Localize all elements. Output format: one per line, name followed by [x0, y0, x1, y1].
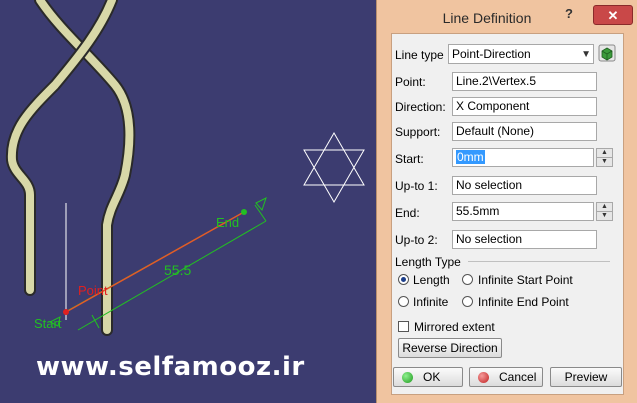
end-spinner[interactable]: ▲ ▼ [596, 202, 613, 221]
line-definition-dialog: Line Definition ? ✕ Line type : Point-Di… [376, 0, 637, 403]
radio-length-label[interactable]: Length [413, 273, 450, 287]
radio-infinite-start-label[interactable]: Infinite Start Point [478, 273, 573, 287]
upto2-field[interactable]: No selection [452, 230, 597, 249]
watermark-text: www.selfamooz.ir [36, 352, 305, 382]
mirrored-extent-checkbox[interactable] [398, 321, 409, 332]
close-button[interactable]: ✕ [593, 5, 633, 25]
radio-infinite-label[interactable]: Infinite [413, 295, 448, 309]
group-divider [468, 261, 610, 262]
3d-viewport[interactable]: End Point Start 55.5 www.selfamooz.ir [0, 0, 376, 403]
start-field-label: Start: [395, 152, 424, 166]
end-label: End [216, 215, 239, 230]
tube-geometry [5, 0, 136, 336]
reverse-direction-button[interactable]: Reverse Direction [398, 338, 502, 358]
line-type-value: Point-Direction [452, 47, 531, 61]
dialog-title: Line Definition [442, 10, 532, 26]
length-type-group-label: Length Type [395, 255, 461, 269]
start-label: Start [34, 316, 62, 331]
ok-icon [402, 372, 413, 383]
end-point-marker[interactable] [241, 209, 247, 215]
upto1-field[interactable]: No selection [452, 176, 597, 195]
upto2-field-label: Up-to 2: [395, 233, 438, 247]
start-field[interactable]: 0mm [452, 148, 594, 167]
end-field[interactable]: 55.5mm [452, 202, 594, 221]
spin-up-icon[interactable]: ▲ [597, 149, 612, 158]
line-type-select[interactable]: Point-Direction ▼ [448, 44, 594, 64]
start-field-value: 0mm [456, 150, 485, 164]
ok-button-label: OK [423, 370, 441, 384]
radio-infinite[interactable] [398, 296, 409, 307]
spin-up-icon[interactable]: ▲ [597, 203, 612, 212]
support-field-label: Support: [395, 125, 441, 139]
preview-button[interactable]: Preview [550, 367, 622, 387]
spin-down-icon[interactable]: ▼ [597, 212, 612, 220]
geometry-canvas[interactable]: End Point Start 55.5 [0, 0, 376, 403]
radio-infinite-end[interactable] [462, 296, 473, 307]
length-dimension-label: 55.5 [164, 262, 191, 278]
direction-field-label: Direction: [395, 100, 446, 114]
cancel-button-label: Cancel [499, 370, 537, 384]
point-label: Point [78, 283, 108, 298]
line-type-options-icon[interactable] [598, 44, 616, 62]
point-field-label: Point: [395, 75, 426, 89]
end-field-label: End: [395, 206, 420, 220]
cancel-button[interactable]: Cancel [469, 367, 543, 387]
cancel-icon [478, 372, 489, 383]
spin-down-icon[interactable]: ▼ [597, 158, 612, 166]
start-point-marker[interactable] [63, 309, 69, 315]
radio-infinite-end-label[interactable]: Infinite End Point [478, 295, 569, 309]
radio-infinite-start[interactable] [462, 274, 473, 285]
direction-field[interactable]: X Component [452, 97, 597, 116]
dialog-panel: Line type : Point-Direction ▼ Point: Lin… [391, 33, 624, 395]
support-field[interactable]: Default (None) [452, 122, 597, 141]
dialog-titlebar[interactable]: Line Definition ? ✕ [377, 0, 637, 34]
mirrored-extent-label[interactable]: Mirrored extent [414, 320, 495, 334]
chevron-down-icon: ▼ [581, 49, 591, 60]
help-button[interactable]: ? [565, 6, 577, 21]
ok-button[interactable]: OK [393, 367, 463, 387]
point-field[interactable]: Line.2\Vertex.5 [452, 72, 597, 91]
start-spinner[interactable]: ▲ ▼ [596, 148, 613, 167]
compass-star-icon[interactable] [303, 131, 365, 204]
radio-length[interactable] [398, 274, 409, 285]
upto1-field-label: Up-to 1: [395, 179, 438, 193]
line-type-label: Line type : [395, 48, 451, 62]
